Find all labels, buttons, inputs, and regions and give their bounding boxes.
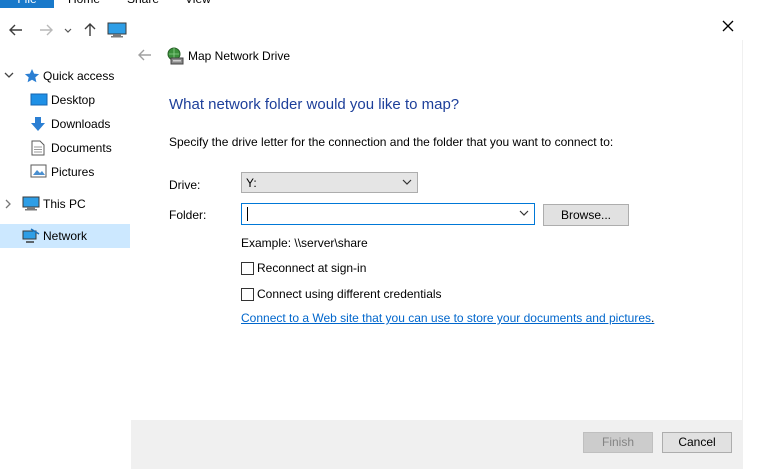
star-icon [24,69,40,83]
browse-button[interactable]: Browse... [543,204,629,226]
sidebar-item-documents[interactable]: Documents [0,136,130,160]
close-button[interactable] [716,14,740,38]
forward-button[interactable] [36,18,56,42]
up-button[interactable] [80,18,100,42]
finish-button[interactable]: Finish [583,432,653,453]
up-arrow-icon [84,23,96,36]
chevron-right-icon[interactable] [4,199,12,209]
cancel-button[interactable]: Cancel [662,432,732,453]
tab-share[interactable]: Share [127,0,159,8]
web-site-link[interactable]: Connect to a Web site that you can use t… [241,311,651,325]
instruction-text: Specify the drive letter for the connect… [169,135,614,149]
sidebar-item-label: This PC [43,197,86,211]
folder-label: Folder: [169,208,207,222]
sidebar-item-quick-access[interactable]: Quick access [0,64,130,88]
sidebar-item-pictures[interactable]: Pictures [0,160,130,184]
sidebar-item-label: Documents [51,141,112,155]
reconnect-label: Reconnect at sign-in [257,261,367,275]
link-suffix: . [651,311,655,325]
ribbon-tabs: File Home Share View [0,0,760,8]
credentials-checkbox[interactable] [241,287,254,301]
recent-locations-button[interactable] [60,18,76,42]
chevron-down-icon[interactable] [4,71,14,79]
pictures-icon [30,164,47,178]
dialog-title: Map Network Drive [188,49,291,63]
sidebar-item-label: Network [43,229,88,243]
reconnect-checkbox[interactable] [241,261,254,275]
map-network-drive-icon [167,47,184,65]
sidebar-item-downloads[interactable]: Downloads [0,112,130,136]
tab-view[interactable]: View [185,0,211,8]
credentials-option[interactable]: Connect using different credentials [241,287,442,301]
dialog-right-edge [742,40,743,420]
sidebar-item-network[interactable]: Network [0,224,130,248]
explorer-nav-bar [0,18,132,44]
computer-icon [22,196,40,211]
sidebar-item-this-pc[interactable]: This PC [0,192,130,216]
back-button[interactable] [6,18,26,42]
example-text: Example: \\server\share [241,236,368,250]
desktop-icon [30,93,48,106]
address-location-icon-box[interactable] [104,18,130,42]
sidebar-item-label: Quick access [43,69,115,83]
drive-letter-value: Y: [246,176,257,190]
credentials-label: Connect using different credentials [257,287,442,301]
documents-icon [31,140,45,156]
folder-path-input[interactable] [241,203,535,225]
chevron-down-icon [402,179,412,185]
sidebar-item-label: Pictures [51,165,95,179]
drive-letter-select[interactable]: Y: [241,172,418,193]
dialog-back-arrow-icon[interactable] [137,47,153,63]
text-caret [247,207,248,221]
computer-icon [107,22,127,38]
sidebar-item-label: Desktop [51,93,96,107]
download-arrow-icon [31,117,45,131]
forward-arrow-icon [40,24,53,36]
network-icon [22,228,40,243]
web-site-link-row: Connect to a Web site that you can use t… [241,311,654,325]
sidebar-item-desktop[interactable]: Desktop [0,88,130,112]
page-heading: What network folder would you like to ma… [169,96,460,113]
chevron-down-icon[interactable] [519,210,529,216]
sidebar-item-label: Downloads [51,117,111,131]
tab-home[interactable]: Home [68,0,100,8]
reconnect-option[interactable]: Reconnect at sign-in [241,261,366,275]
back-arrow-icon [9,24,22,36]
drive-label: Drive: [169,178,201,192]
chevron-down-icon [64,28,72,33]
tab-file[interactable]: File [0,0,54,8]
close-icon [722,20,734,32]
